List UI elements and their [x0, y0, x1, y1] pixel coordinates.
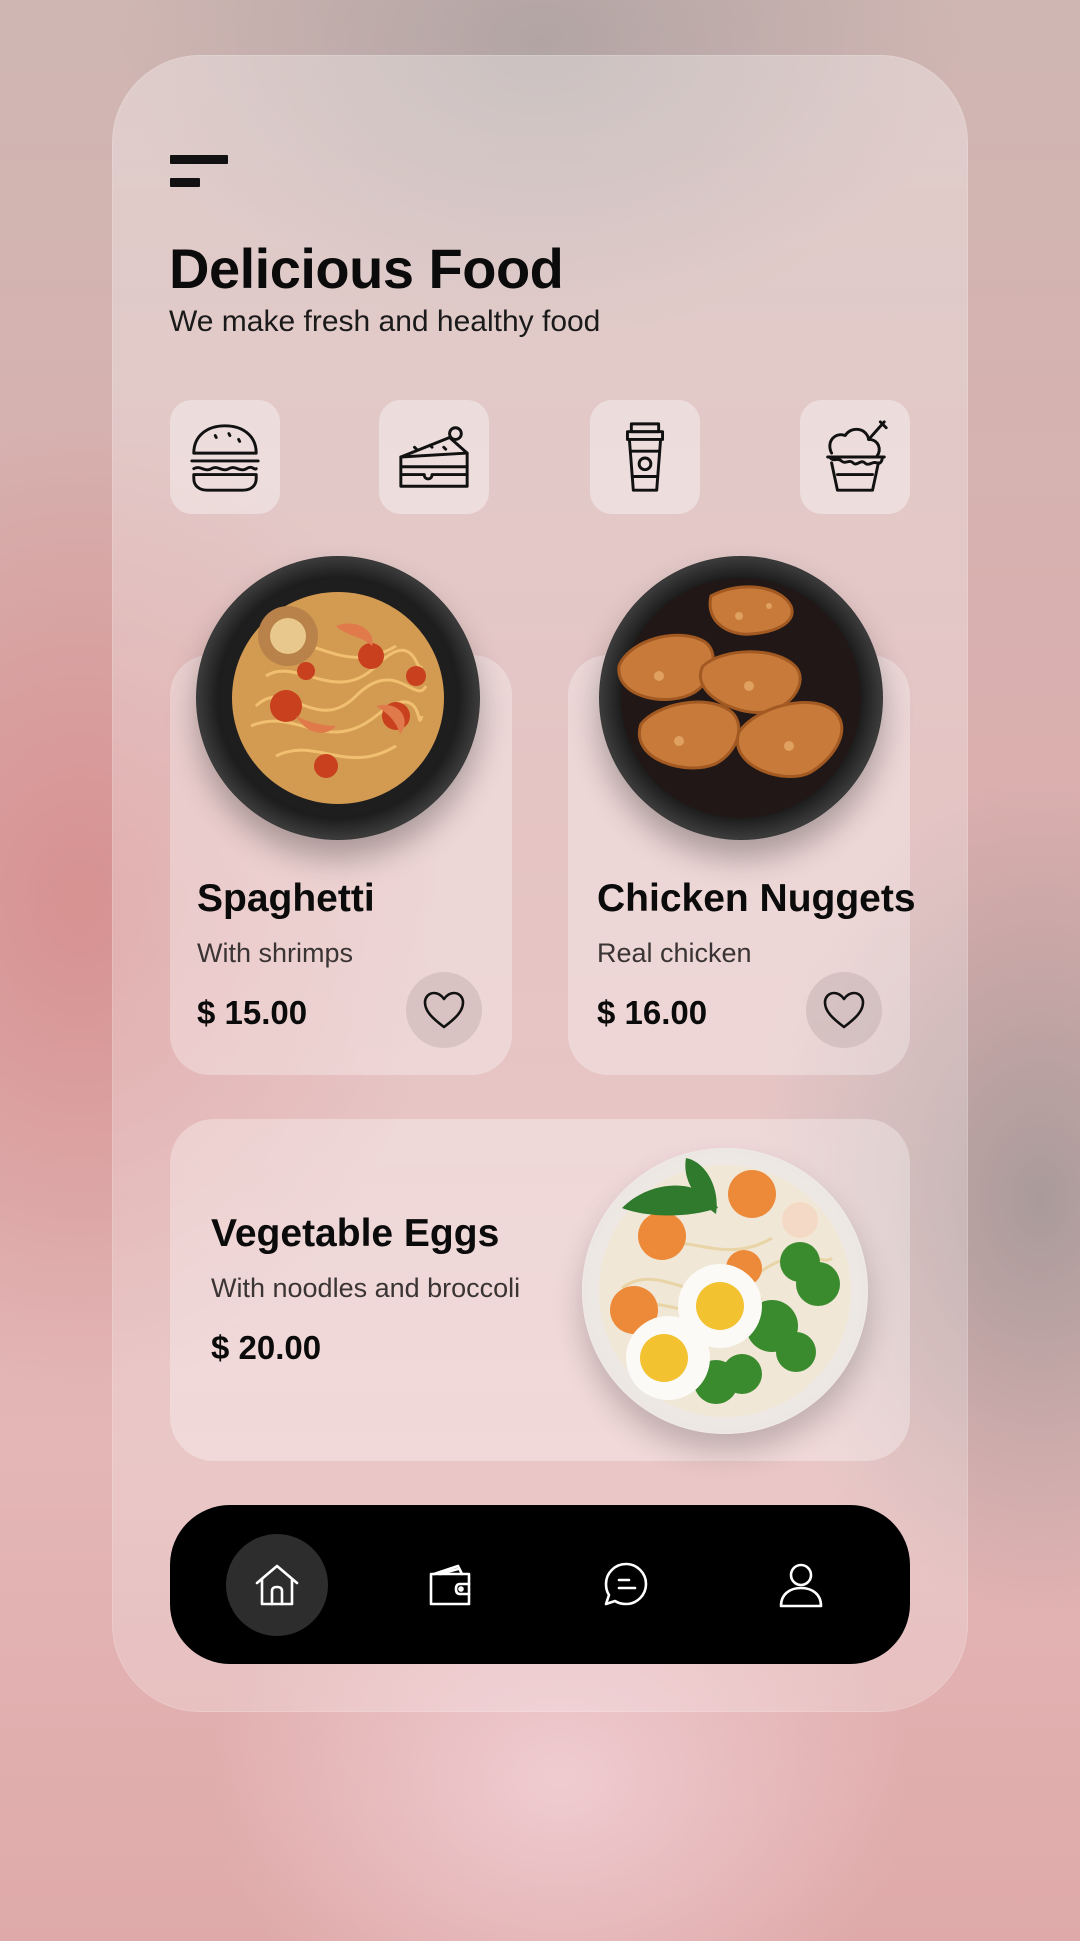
home-icon: [255, 1564, 299, 1606]
category-cake[interactable]: [379, 400, 489, 514]
nav-chat[interactable]: [575, 1534, 677, 1636]
page-subtitle: We make fresh and healthy food: [169, 305, 601, 338]
item-name: Chicken Nuggets: [597, 877, 916, 920]
menu-icon[interactable]: [170, 155, 228, 189]
bottom-nav: [170, 1505, 910, 1664]
bowl-art: [599, 1158, 851, 1417]
cake-slice-icon: [399, 426, 469, 488]
category-drinks[interactable]: [590, 400, 700, 514]
vegetable-eggs-image: [582, 1148, 868, 1434]
ice-cream-icon: [826, 420, 888, 492]
featured-description: With noodles and broccoli: [211, 1273, 521, 1303]
item-description: Real chicken: [597, 938, 752, 968]
category-dessert[interactable]: [800, 400, 910, 514]
featured-name: Vegetable Eggs: [211, 1212, 500, 1255]
chat-icon: [604, 1562, 648, 1606]
page-title: Delicious Food: [169, 237, 564, 300]
heart-icon: [823, 991, 865, 1029]
favorite-button[interactable]: [406, 972, 482, 1048]
user-icon: [779, 1563, 823, 1608]
chicken-art: [617, 578, 861, 818]
wallet-icon: [429, 1564, 471, 1606]
heart-icon: [423, 991, 465, 1029]
coffee-cup-icon: [625, 422, 665, 492]
item-price: $ 15.00: [197, 994, 308, 1031]
nav-profile[interactable]: [750, 1534, 852, 1636]
spaghetti-image: [196, 556, 480, 840]
featured-price: $ 20.00: [211, 1329, 322, 1366]
burger-icon: [190, 424, 260, 492]
favorite-button[interactable]: [806, 972, 882, 1048]
category-burger[interactable]: [170, 400, 280, 514]
nav-wallet[interactable]: [400, 1534, 502, 1636]
nav-home[interactable]: [226, 1534, 328, 1636]
item-price: $ 16.00: [597, 994, 708, 1031]
item-name: Spaghetti: [197, 877, 375, 920]
item-description: With shrimps: [197, 938, 354, 968]
chicken-nuggets-image: [599, 556, 883, 840]
spaghetti-art: [232, 592, 444, 804]
